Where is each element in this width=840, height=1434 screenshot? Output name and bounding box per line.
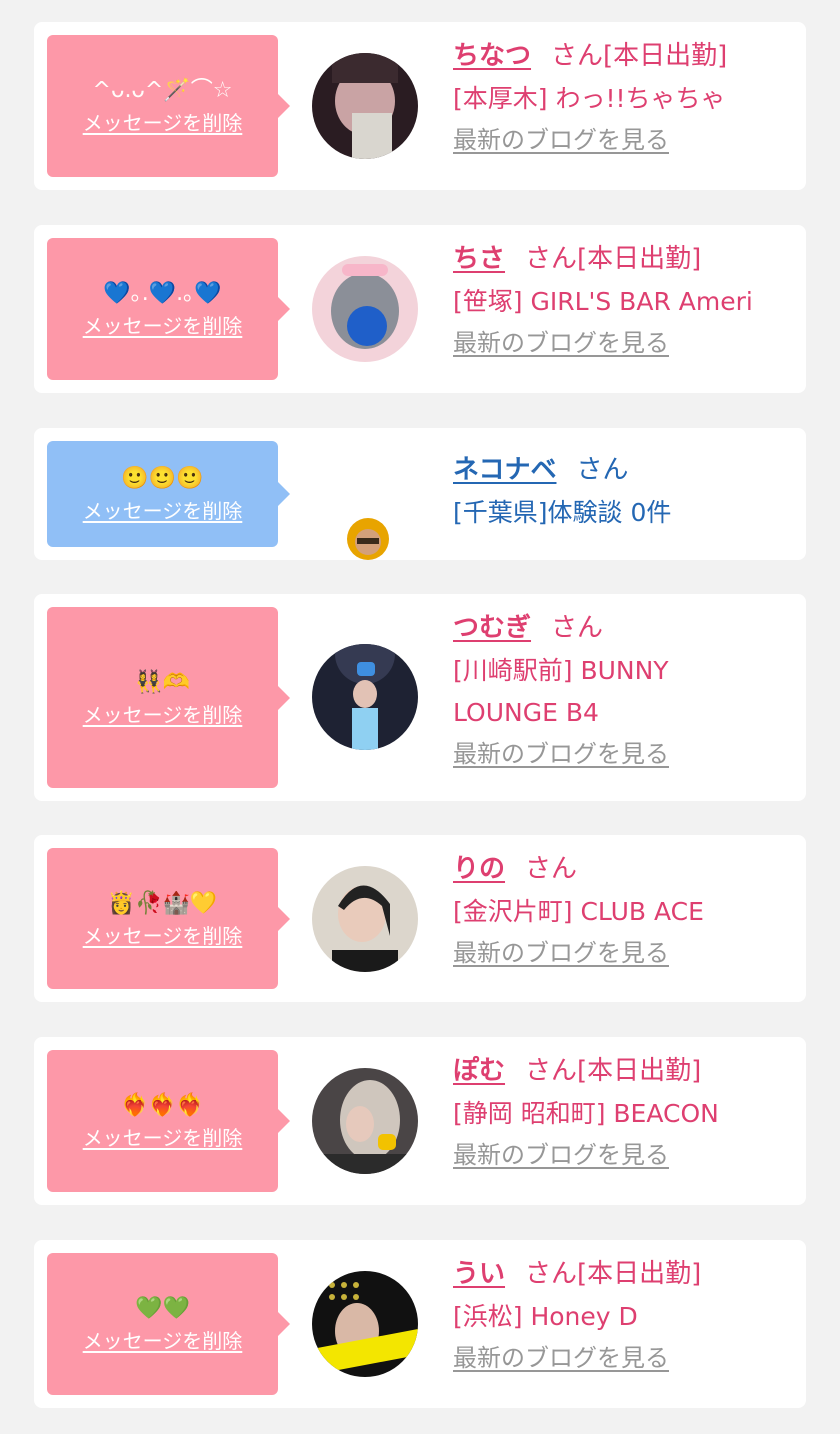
review-info: [千葉県]体験談 0件 (453, 498, 672, 527)
message-bubble: 👸🥀🏰💛 メッセージを削除 (47, 848, 290, 989)
cast-info: ちなつ さん[本日出勤] [本厚木] わっ!!ちゃちゃ 最新のブログを見る (453, 34, 798, 160)
honorific: さん (551, 41, 604, 71)
cast-name-link[interactable]: ちなつ (453, 41, 531, 71)
honorific: さん (525, 854, 578, 884)
message-text: ^ᴗ.ᴗ^🪄⌒☆ (92, 78, 233, 103)
attendance-status: [本日出勤] (603, 41, 728, 71)
shop-info: [笹塚] GIRL'S BAR Ameri (453, 287, 753, 316)
message-text: 💙｡.💙.｡💙 (103, 281, 222, 306)
honorific: さん (576, 455, 629, 485)
avatar[interactable] (312, 644, 418, 750)
cast-name-link[interactable]: りの (453, 854, 505, 884)
attendance-status: [本日出勤] (577, 1259, 702, 1289)
avatar[interactable] (312, 1271, 418, 1377)
attendance-status: [本日出勤] (577, 244, 702, 274)
cast-name-link[interactable]: ちさ (453, 244, 505, 274)
cast-info: つむぎ さん [川崎駅前] BUNNY LOUNGE B4 最新のブログを見る (453, 606, 798, 774)
honorific: さん (525, 244, 578, 274)
delete-message-link[interactable]: メッセージを削除 (83, 1326, 243, 1356)
list-item: 👸🥀🏰💛 メッセージを削除 りの さん [金沢片町] CLUB ACE 最新のブロ… (34, 835, 806, 1002)
message-bubble: ❤️‍🔥❤️‍🔥❤️‍🔥 メッセージを削除 (47, 1050, 290, 1192)
list-item: 💙｡.💙.｡💙 メッセージを削除 ちさ さん[本日出勤] [笹塚] GIRL'S … (34, 225, 806, 393)
delete-message-link[interactable]: メッセージを削除 (83, 1123, 243, 1153)
list-item: ❤️‍🔥❤️‍🔥❤️‍🔥 メッセージを削除 ぽむ さん[本日出勤] [静岡 昭和町… (34, 1037, 806, 1205)
shop-info: [静岡 昭和町] BEACON (453, 1099, 719, 1128)
latest-blog-link[interactable]: 最新のブログを見る (453, 323, 669, 363)
message-bubble: 💚💚 メッセージを削除 (47, 1253, 290, 1395)
shop-info: [浜松] Honey D (453, 1302, 638, 1331)
avatar[interactable] (312, 1068, 418, 1174)
shop-info: [川崎駅前] BUNNY LOUNGE B4 (453, 656, 669, 727)
honorific: さん (551, 613, 604, 643)
list-item: 👯‍♀️🫶 メッセージを削除 つむぎ さん [川崎駅前] BUNNY LOUNGE… (34, 594, 806, 801)
favorite-cast-list: ^ᴗ.ᴗ^🪄⌒☆ メッセージを削除 ちなつ さん[本日出勤] [本厚木] わっ!!… (0, 0, 840, 1434)
cast-info: ちさ さん[本日出勤] [笹塚] GIRL'S BAR Ameri 最新のブログを… (453, 237, 798, 363)
cast-info: ネコナベ さん [千葉県]体験談 0件 (453, 448, 798, 534)
cast-info: りの さん [金沢片町] CLUB ACE 最新のブログを見る (453, 847, 798, 973)
cast-name-link[interactable]: うい (453, 1259, 505, 1289)
avatar[interactable] (312, 256, 418, 362)
latest-blog-link[interactable]: 最新のブログを見る (453, 1338, 669, 1378)
latest-blog-link[interactable]: 最新のブログを見る (453, 1135, 669, 1175)
delete-message-link[interactable]: メッセージを削除 (83, 700, 243, 730)
message-bubble: ^ᴗ.ᴗ^🪄⌒☆ メッセージを削除 (47, 35, 290, 177)
latest-blog-link[interactable]: 最新のブログを見る (453, 734, 669, 774)
avatar[interactable] (347, 518, 389, 560)
cast-info: ぽむ さん[本日出勤] [静岡 昭和町] BEACON 最新のブログを見る (453, 1049, 798, 1175)
message-bubble: 🙂🙂🙂 メッセージを削除 (47, 441, 290, 547)
latest-blog-link[interactable]: 最新のブログを見る (453, 933, 669, 973)
avatar[interactable] (312, 866, 418, 972)
message-bubble: 💙｡.💙.｡💙 メッセージを削除 (47, 238, 290, 380)
honorific: さん (525, 1259, 578, 1289)
shop-info: [金沢片町] CLUB ACE (453, 897, 704, 926)
list-item: ^ᴗ.ᴗ^🪄⌒☆ メッセージを削除 ちなつ さん[本日出勤] [本厚木] わっ!!… (34, 22, 806, 190)
message-text: 👸🥀🏰💛 (107, 890, 218, 916)
attendance-status: [本日出勤] (577, 1056, 702, 1086)
delete-message-link[interactable]: メッセージを削除 (83, 108, 243, 138)
honorific: さん (525, 1056, 578, 1086)
cast-info: うい さん[本日出勤] [浜松] Honey D 最新のブログを見る (453, 1252, 798, 1378)
message-bubble: 👯‍♀️🫶 メッセージを削除 (47, 607, 290, 788)
message-text: 👯‍♀️🫶 (135, 669, 190, 695)
list-item: 🙂🙂🙂 メッセージを削除 ネコナベ さん [千葉県]体験談 0件 (34, 428, 806, 560)
cast-name-link[interactable]: つむぎ (453, 613, 531, 643)
list-item: 💚💚 メッセージを削除 うい さん[本日出勤] [浜松] Honey D 最新のブ… (34, 1240, 806, 1408)
latest-blog-link[interactable]: 最新のブログを見る (453, 120, 669, 160)
delete-message-link[interactable]: メッセージを削除 (83, 311, 243, 341)
message-text: 🙂🙂🙂 (121, 466, 204, 491)
delete-message-link[interactable]: メッセージを削除 (83, 921, 243, 951)
message-text: ❤️‍🔥❤️‍🔥❤️‍🔥 (121, 1093, 204, 1118)
avatar[interactable] (312, 53, 418, 159)
cast-name-link[interactable]: ぽむ (453, 1056, 505, 1086)
message-text: 💚💚 (135, 1296, 190, 1321)
delete-message-link[interactable]: メッセージを削除 (83, 496, 243, 526)
shop-info: [本厚木] わっ!!ちゃちゃ (453, 84, 726, 113)
user-name-link[interactable]: ネコナベ (453, 455, 556, 485)
